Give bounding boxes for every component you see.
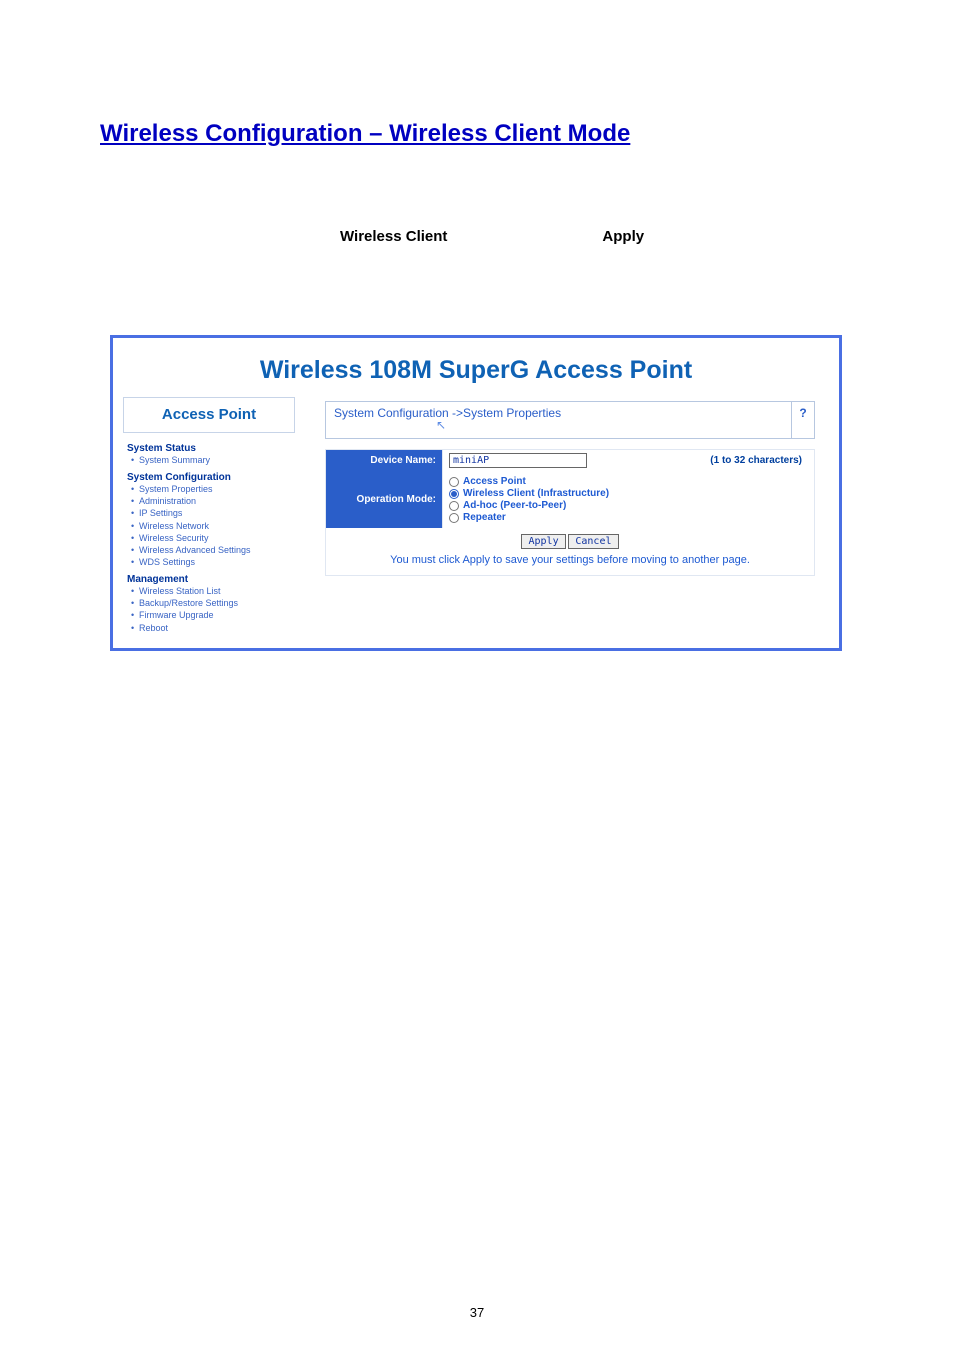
sidebar-item-wireless-network[interactable]: Wireless Network	[131, 520, 295, 532]
mode-repeater[interactable]: Repeater	[449, 512, 609, 523]
screenshot-container: Wireless 108M SuperG Access Point Access…	[110, 335, 842, 651]
mode-access-point-label: Access Point	[463, 476, 526, 487]
mode-wireless-client-label: Wireless Client (Infrastructure)	[463, 488, 609, 499]
page-number: 37	[0, 1305, 954, 1320]
sidebar-item-wireless-advanced[interactable]: Wireless Advanced Settings	[131, 544, 295, 556]
app-title: Wireless 108M SuperG Access Point	[113, 356, 839, 385]
section-heading: Wireless Configuration – Wireless Client…	[100, 120, 854, 148]
char-limit: (1 to 32 characters)	[710, 455, 808, 466]
properties-form: Device Name: (1 to 32 characters) Operat…	[325, 449, 815, 576]
device-name-input[interactable]	[449, 453, 587, 468]
breadcrumb: System Configuration ->System Properties…	[326, 402, 791, 438]
help-button[interactable]: ?	[791, 402, 814, 438]
device-name-label: Device Name:	[326, 450, 442, 471]
sidebar-item-ip-settings[interactable]: IP Settings	[131, 507, 295, 519]
sidebar-title: Access Point	[162, 406, 256, 423]
mode-adhoc-label: Ad-hoc (Peer-to-Peer)	[463, 500, 566, 511]
mode-repeater-label: Repeater	[463, 512, 506, 523]
app-banner: Wireless 108M SuperG Access Point	[113, 338, 839, 397]
mode-wireless-client[interactable]: Wireless Client (Infrastructure)	[449, 488, 609, 499]
sidebar-item-reboot[interactable]: Reboot	[131, 622, 295, 634]
sidebar-head-system-config: System Configuration	[123, 470, 295, 483]
sidebar-title-box: Access Point	[123, 397, 295, 433]
sidebar-item-firmware-upgrade[interactable]: Firmware Upgrade	[131, 609, 295, 621]
apply-button[interactable]: Apply	[521, 534, 565, 549]
main-panel: System Configuration ->System Properties…	[325, 397, 815, 576]
sidebar-item-wireless-station-list[interactable]: Wireless Station List	[131, 585, 295, 597]
sidebar-item-wds-settings[interactable]: WDS Settings	[131, 556, 295, 568]
sidebar-item-administration[interactable]: Administration	[131, 495, 295, 507]
operation-mode-label: Operation Mode:	[326, 471, 442, 528]
sidebar: Access Point System Status System Summar…	[123, 397, 295, 638]
sidebar-item-system-properties[interactable]: System Properties	[131, 483, 295, 495]
sidebar-item-backup-restore[interactable]: Backup/Restore Settings	[131, 597, 295, 609]
breadcrumb-text: System Configuration ->System Properties	[334, 406, 561, 420]
label-apply: Apply	[602, 228, 644, 245]
sidebar-item-wireless-security[interactable]: Wireless Security	[131, 532, 295, 544]
sidebar-head-system-status: System Status	[123, 441, 295, 454]
apply-note: You must click Apply to save your settin…	[326, 551, 814, 575]
cursor-icon: ↖	[436, 418, 446, 432]
mode-access-point[interactable]: Access Point	[449, 476, 609, 487]
sidebar-head-management: Management	[123, 572, 295, 585]
mode-adhoc[interactable]: Ad-hoc (Peer-to-Peer)	[449, 500, 609, 511]
breadcrumb-bar: System Configuration ->System Properties…	[325, 401, 815, 439]
cancel-button[interactable]: Cancel	[568, 534, 618, 549]
label-wireless-client: Wireless Client	[340, 228, 447, 245]
operation-mode-group: Access Point Wireless Client (Infrastruc…	[449, 474, 609, 525]
sidebar-item-system-summary[interactable]: System Summary	[131, 454, 295, 466]
